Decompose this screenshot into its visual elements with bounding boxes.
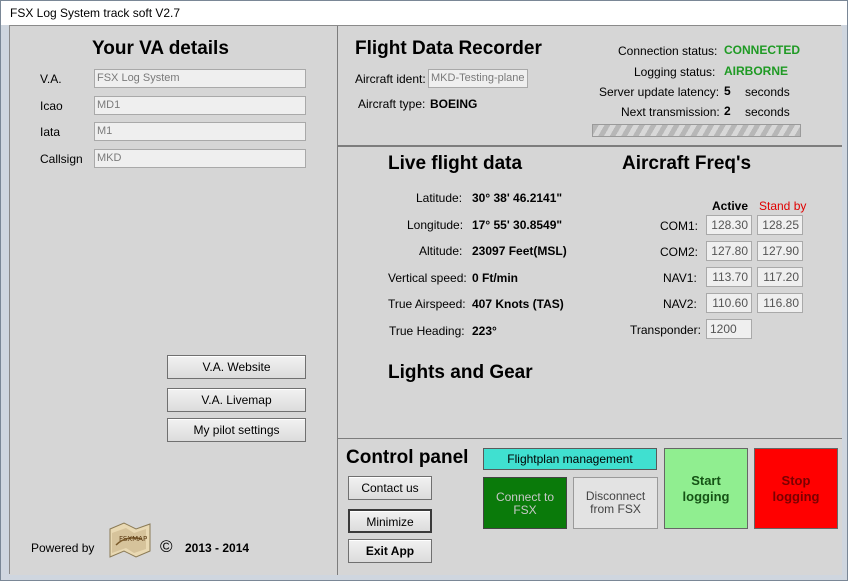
latitude-label: Latitude: xyxy=(416,191,463,205)
nav2-label: NAV2: xyxy=(663,297,697,311)
com1-label: COM1: xyxy=(660,219,699,233)
transponder-field[interactable]: 1200 xyxy=(706,319,752,339)
aircraft-type-label: Aircraft type: xyxy=(358,97,426,111)
com2-standby-field[interactable]: 127.90 xyxy=(757,241,803,261)
true-airspeed-label: True Airspeed: xyxy=(388,297,466,311)
copyright-years: 2013 - 2014 xyxy=(185,541,250,555)
va-details-panel: Your VA details V.A. FSX Log System Icao… xyxy=(10,26,338,575)
connection-status-value: CONNECTED xyxy=(724,43,801,57)
pilot-settings-button[interactable]: My pilot settings xyxy=(167,418,306,442)
contact-us-button[interactable]: Contact us xyxy=(348,476,432,500)
com2-label: COM2: xyxy=(660,245,699,259)
true-airspeed-value: 407 Knots (TAS) xyxy=(472,297,564,311)
aircraft-ident-label: Aircraft ident: xyxy=(355,72,426,86)
nav2-standby-field[interactable]: 116.80 xyxy=(757,293,803,313)
icao-label: Icao xyxy=(40,99,63,113)
next-transmission-label: Next transmission: xyxy=(621,105,720,119)
iata-label: Iata xyxy=(40,125,61,139)
longitude-value: 17° 55' 30.8549" xyxy=(472,218,563,232)
com2-active-field[interactable]: 127.80 xyxy=(706,241,752,261)
exit-app-button[interactable]: Exit App xyxy=(348,539,432,563)
nav1-active-field[interactable]: 113.70 xyxy=(706,267,752,287)
altitude-label: Altitude: xyxy=(419,244,463,258)
standby-header: Stand by xyxy=(759,199,807,213)
latitude-value: 30° 38' 46.2141" xyxy=(472,191,563,205)
va-field[interactable]: FSX Log System xyxy=(94,69,306,88)
logging-status-label: Logging status: xyxy=(634,65,716,79)
logging-status-value: AIRBORNE xyxy=(724,64,789,78)
callsign-label: Callsign xyxy=(40,152,83,166)
latency-unit: seconds xyxy=(745,85,790,99)
connection-status-label: Connection status: xyxy=(618,44,718,58)
recorder-heading: Flight Data Recorder xyxy=(355,38,542,59)
disconnect-fsx-button[interactable]: Disconnect from FSX xyxy=(573,477,658,529)
live-data-panel: Live flight data Latitude: 30° 38' 46.21… xyxy=(338,146,842,439)
transponder-label: Transponder: xyxy=(630,323,701,337)
next-transmission-unit: seconds xyxy=(745,105,790,119)
title-bar[interactable]: FSX Log System track soft V2.7 xyxy=(1,1,847,25)
icao-field[interactable]: MD1 xyxy=(94,96,306,115)
app-window: FSX Log System track soft V2.7 Your VA d… xyxy=(0,0,848,581)
logo-text: FSXMAP xyxy=(119,535,147,543)
latency-label: Server update latency: xyxy=(599,85,720,99)
vertical-speed-value: 0 Ft/min xyxy=(472,271,519,285)
flightplan-management-button[interactable]: Flightplan management xyxy=(483,448,657,470)
callsign-field[interactable]: MKD xyxy=(94,149,306,168)
connect-fsx-button[interactable]: Connect to FSX xyxy=(483,477,567,529)
freqs-heading: Aircraft Freq's xyxy=(622,153,752,174)
va-livemap-button[interactable]: V.A. Livemap xyxy=(167,388,306,412)
va-label: V.A. xyxy=(40,72,62,86)
latency-value: 5 xyxy=(724,84,731,98)
com1-standby-field[interactable]: 128.25 xyxy=(757,215,803,235)
control-panel: Control panel Contact us Minimize Exit A… xyxy=(338,439,842,575)
true-heading-value: 223° xyxy=(472,324,497,338)
stop-logging-button[interactable]: Stop logging xyxy=(754,448,838,529)
nav1-label: NAV1: xyxy=(663,271,697,285)
window-title: FSX Log System track soft V2.7 xyxy=(10,6,181,20)
va-website-button[interactable]: V.A. Website xyxy=(167,355,306,379)
iata-field[interactable]: M1 xyxy=(94,122,306,141)
next-transmission-value: 2 xyxy=(724,104,731,118)
lights-gear-heading: Lights and Gear xyxy=(388,362,533,383)
aircraft-ident-field[interactable]: MKD-Testing-plane xyxy=(428,69,528,88)
vertical-speed-label: Vertical speed: xyxy=(388,271,467,285)
va-heading: Your VA details xyxy=(92,38,229,59)
nav1-standby-field[interactable]: 117.20 xyxy=(757,267,803,287)
com1-active-field[interactable]: 128.30 xyxy=(706,215,752,235)
aircraft-type-value: BOEING xyxy=(430,97,478,111)
client-area: Your VA details V.A. FSX Log System Icao… xyxy=(9,25,842,575)
control-panel-heading: Control panel xyxy=(346,447,469,468)
start-logging-button[interactable]: Start logging xyxy=(664,448,748,529)
altitude-value: 23097 Feet(MSL) xyxy=(472,244,567,258)
transmission-progress-bar xyxy=(592,124,801,137)
flight-data-recorder-panel: Flight Data Recorder Aircraft ident: MKD… xyxy=(338,26,842,146)
active-header: Active xyxy=(712,199,749,213)
copyright-icon: © xyxy=(160,537,173,556)
minimize-button[interactable]: Minimize xyxy=(348,509,432,533)
fsxmap-logo: FSXMAP xyxy=(106,519,154,561)
true-heading-label: True Heading: xyxy=(389,324,465,338)
longitude-label: Longitude: xyxy=(407,218,464,232)
nav2-active-field[interactable]: 110.60 xyxy=(706,293,752,313)
powered-by-label: Powered by xyxy=(31,541,95,555)
live-flight-data-heading: Live flight data xyxy=(388,153,523,174)
